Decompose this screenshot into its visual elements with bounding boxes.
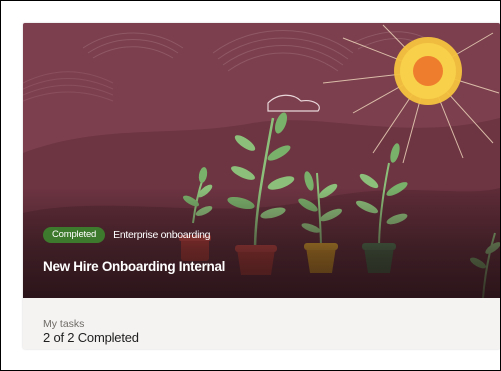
card-tags: Completed Enterprise onboarding: [43, 227, 210, 243]
status-badge: Completed: [43, 227, 106, 243]
banner-dark-gradient: [23, 188, 500, 298]
onboarding-journey-card[interactable]: Completed Enterprise onboarding New Hire…: [23, 23, 500, 349]
card-title[interactable]: New Hire Onboarding Internal: [43, 259, 225, 274]
card-footer: My tasks 2 of 2 Completed: [23, 298, 500, 349]
tasks-label: My tasks: [43, 318, 85, 330]
category-label: Enterprise onboarding: [113, 229, 211, 241]
page-frame: Completed Enterprise onboarding New Hire…: [0, 0, 501, 371]
card-banner-illustration: Completed Enterprise onboarding New Hire…: [23, 23, 500, 298]
tasks-progress-value: 2 of 2 Completed: [43, 330, 139, 345]
